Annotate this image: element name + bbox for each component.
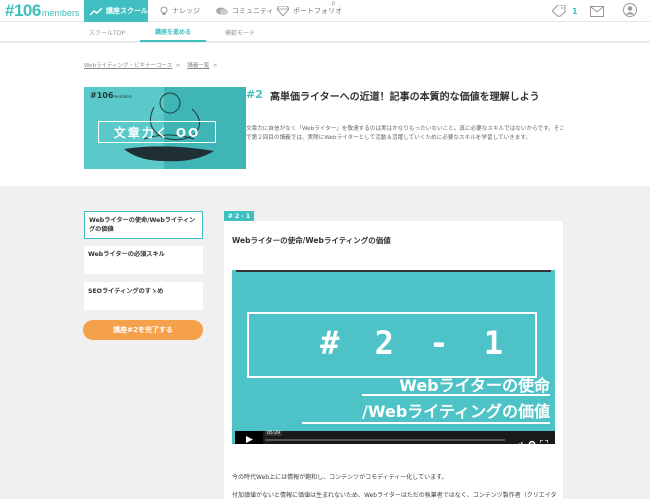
beta-label: β <box>332 1 336 7</box>
video-title-line1: Webライターの使命 <box>399 376 550 395</box>
video-underline-1 <box>362 394 550 396</box>
user-menu-button[interactable] <box>623 0 637 22</box>
logo[interactable]: #106members <box>5 1 79 21</box>
thumbnail-logo: #106members <box>90 91 133 100</box>
video-time: 05:29 <box>265 431 282 436</box>
lesson-description: 文章力に自信がなく「Webライター」を敬遠するのは実はかなりもったいないこと。真… <box>246 126 565 141</box>
fullscreen-icon[interactable] <box>539 433 549 444</box>
video-title-line2: /Webライティングの価値 <box>362 402 550 421</box>
play-icon <box>245 428 253 444</box>
video-controls: 05:29 <box>235 431 555 444</box>
sidebar-item-skills[interactable]: Webライターの必須スキル <box>84 246 203 274</box>
diamond-icon <box>277 6 289 16</box>
complete-lesson-button[interactable]: 講座#2を完了する <box>83 320 203 340</box>
breadcrumb-list-link[interactable]: 講義一覧 <box>187 63 209 69</box>
lesson-title: 高単価ライターへの近道！記事の本質的な価値を理解しよう <box>270 92 540 103</box>
volume-icon[interactable] <box>511 434 523 444</box>
body-paragraph-1: 今の時代Web上には情報が飽和し、コンテンツがコモディティー化しています。 <box>232 474 448 481</box>
section-title: Webライターの使命/Webライティングの価値 <box>232 236 391 245</box>
breadcrumb-course-link[interactable]: Webライティング・ビギナーコース <box>84 63 172 69</box>
thumbnail-text-box: 文章力く OO <box>98 121 216 143</box>
chart-line-icon <box>90 6 102 16</box>
lesson-body: 今の時代Web上には情報が飽和し、コンテンツがコモディティー化しています。 付加… <box>224 452 563 499</box>
nav-school[interactable]: 講座スクール <box>84 0 148 22</box>
lightbulb-icon <box>160 6 168 16</box>
mail-icon <box>590 2 604 21</box>
tag-count: 1 <box>572 6 578 16</box>
tab-model-mode[interactable]: 模範モード <box>207 22 273 42</box>
lesson-header: Webライティング・ビギナーコース > 講義一覧 > #106members 文… <box>0 43 650 186</box>
video-underline-2 <box>302 422 550 424</box>
section-badge: # 2 - 1 <box>224 211 254 221</box>
nav-knowledge[interactable]: ナレッジ <box>160 0 200 22</box>
breadcrumb: Webライティング・ビギナーコース > 講義一覧 > <box>84 63 218 69</box>
lesson-thumbnail: #106members 文章力く OO <box>84 87 246 169</box>
chat-bubble-icon <box>216 7 228 16</box>
sidebar-item-seo[interactable]: SEOライティングのすゝめ <box>84 282 203 310</box>
video-number: # 2 - 1 <box>320 324 511 362</box>
tab-school-top[interactable]: スクールTOP <box>74 22 140 42</box>
settings-gear-icon[interactable] <box>528 433 536 444</box>
lesson-number: #2 <box>246 88 263 101</box>
top-navigation: #106members 講座スクール ナレッジ コミュニティ ポートフォリオ β… <box>0 0 650 22</box>
video-top-border <box>236 270 551 272</box>
user-avatar-icon <box>623 2 637 21</box>
tag-button[interactable]: 1 <box>551 0 578 22</box>
sidebar-item-mission[interactable]: Webライターの使命/Webライティングの価値 <box>84 211 203 239</box>
video-player[interactable]: # 2 - 1 Webライターの使命 /Webライティングの価値 05:29 <box>224 262 563 452</box>
video-frame[interactable]: # 2 - 1 Webライターの使命 /Webライティングの価値 05:29 <box>232 270 555 444</box>
nav-community[interactable]: コミュニティ <box>216 0 274 22</box>
mail-button[interactable] <box>590 0 604 22</box>
tab-progress-course[interactable]: 講座を進める <box>140 22 206 42</box>
body-paragraph-2: 付加価値がないと情報に価値は生まれないため、Webライターはただの執筆者ではなく… <box>232 492 557 499</box>
sub-navigation: スクールTOP 講座を進める 模範モード <box>0 22 650 42</box>
video-progress-bar[interactable] <box>265 439 505 441</box>
section-card: Webライターの使命/Webライティングの価値 <box>224 221 563 262</box>
play-button[interactable] <box>235 431 263 444</box>
tag-icon <box>551 2 566 21</box>
video-number-box: # 2 - 1 <box>247 312 537 378</box>
